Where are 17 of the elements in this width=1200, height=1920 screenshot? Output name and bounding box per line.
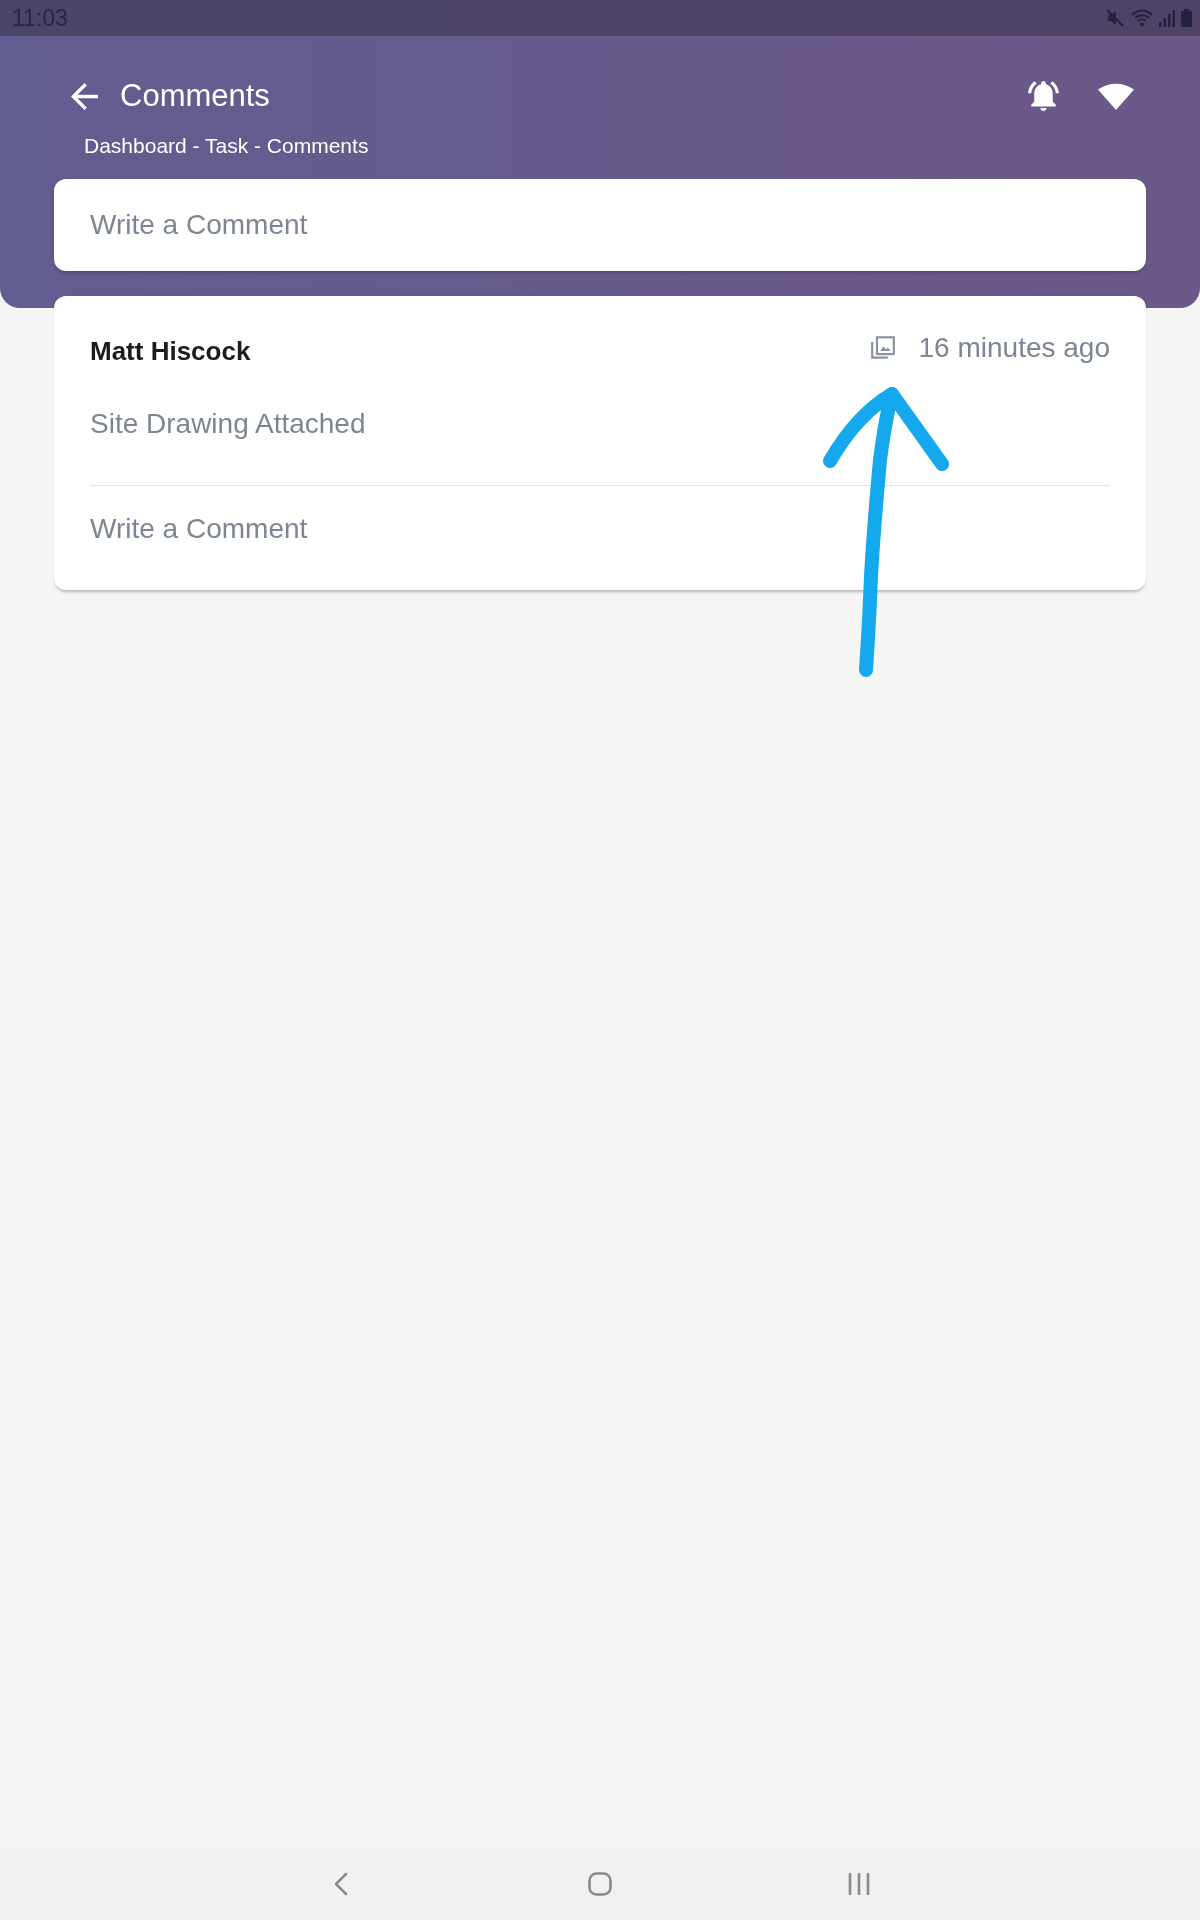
breadcrumb: Dashboard - Task - Comments <box>84 134 369 158</box>
battery-icon <box>1181 9 1192 27</box>
bell-ringing-icon[interactable] <box>1027 81 1060 111</box>
page-title: Comments <box>120 78 270 114</box>
home-icon[interactable] <box>588 1872 612 1896</box>
nav-back-icon[interactable] <box>334 1872 348 1896</box>
back-arrow-icon[interactable] <box>71 82 98 110</box>
recent-apps-icon[interactable] <box>848 1873 870 1895</box>
cell-signal-icon <box>1159 9 1175 27</box>
comment-time: 16 minutes ago <box>918 332 1110 364</box>
reply-input[interactable]: Write a Comment <box>54 486 1146 590</box>
wifi-icon[interactable] <box>1098 82 1134 110</box>
speaker-muted-icon <box>1105 8 1125 28</box>
status-wifi-icon <box>1131 9 1153 27</box>
comment-input[interactable]: Write a Comment <box>54 179 1146 271</box>
comment-author: Matt Hiscock <box>90 335 251 367</box>
comment-text: Site Drawing Attached <box>90 408 366 440</box>
